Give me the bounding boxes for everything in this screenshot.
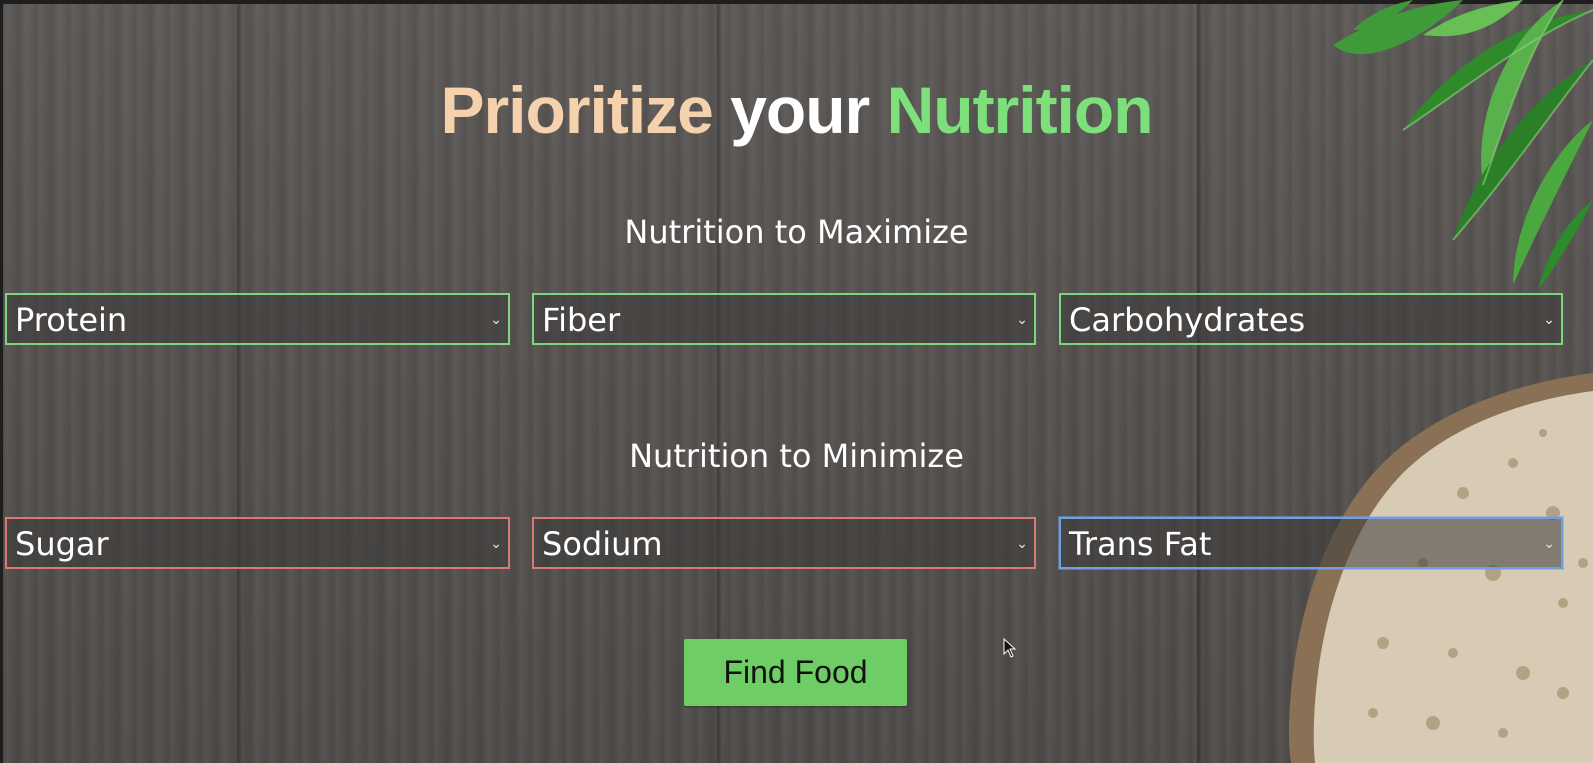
select-value: Sodium xyxy=(542,525,663,563)
minimize-select-1[interactable]: Sugar ⌄ xyxy=(5,517,510,569)
maximize-select-1[interactable]: Protein ⌄ xyxy=(5,293,510,345)
select-value: Fiber xyxy=(542,301,621,339)
chevron-down-icon: ⌄ xyxy=(490,312,502,328)
maximize-select-3[interactable]: Carbohydrates ⌄ xyxy=(1059,293,1563,345)
page-title: Prioritize your Nutrition xyxy=(0,72,1593,148)
select-value: Sugar xyxy=(15,525,109,563)
chevron-down-icon: ⌄ xyxy=(490,536,502,552)
select-value: Protein xyxy=(15,301,128,339)
select-value: Carbohydrates xyxy=(1069,301,1306,339)
title-word-your: your xyxy=(730,73,870,147)
minimize-select-2[interactable]: Sodium ⌄ xyxy=(532,517,1036,569)
minimize-section-label: Nutrition to Minimize xyxy=(629,437,964,475)
chevron-down-icon: ⌄ xyxy=(1016,312,1028,328)
mouse-cursor-icon xyxy=(1003,638,1017,658)
select-value: Trans Fat xyxy=(1069,525,1212,563)
maximize-select-2[interactable]: Fiber ⌄ xyxy=(532,293,1036,345)
chevron-down-icon: ⌄ xyxy=(1543,312,1555,328)
chevron-down-icon: ⌄ xyxy=(1543,536,1555,552)
maximize-section-label: Nutrition to Maximize xyxy=(624,213,969,251)
find-food-button[interactable]: Find Food xyxy=(684,639,907,706)
title-word-nutrition: Nutrition xyxy=(886,73,1154,147)
minimize-select-3[interactable]: Trans Fat ⌄ xyxy=(1059,517,1563,569)
title-word-prioritize: Prioritize xyxy=(440,73,713,147)
chevron-down-icon: ⌄ xyxy=(1016,536,1028,552)
